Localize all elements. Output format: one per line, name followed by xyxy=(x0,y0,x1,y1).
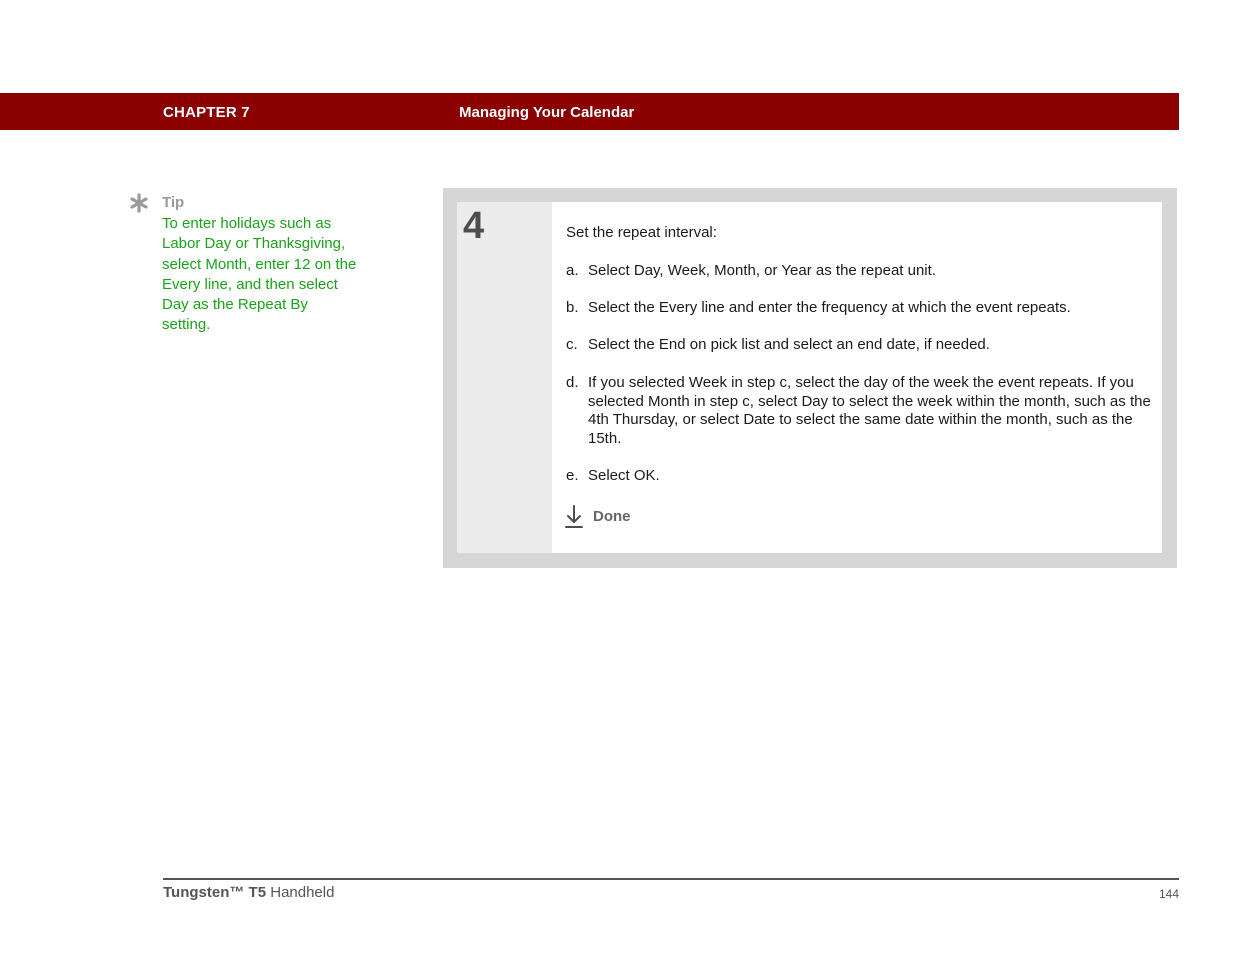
chapter-title: Managing Your Calendar xyxy=(459,104,635,121)
substep-letter: c. xyxy=(566,336,578,353)
substep-text: Select the Every line and enter the freq… xyxy=(588,299,1071,316)
asterisk-icon xyxy=(130,193,148,213)
substep-text: If you selected Week in step c, select t… xyxy=(588,374,1151,448)
tip-heading: Tip xyxy=(162,194,185,211)
substep-text: Select the End on pick list and select a… xyxy=(588,336,990,353)
tip-body: To enter holidays such as Labor Day or T… xyxy=(162,215,357,334)
step-number: 4 xyxy=(463,205,485,247)
substep-letter: a. xyxy=(566,262,579,279)
substep-a: a. Select Day, Week, Month, or Year as t… xyxy=(566,262,1151,281)
substep-e: e. Select OK. xyxy=(566,467,1151,486)
footer-product-suffix: Handheld xyxy=(266,884,335,901)
footer-brand: Tungsten™ T5 xyxy=(163,884,267,901)
footer-product-name: Tungsten™ T5 Handheld xyxy=(163,884,334,901)
substep-letter: b. xyxy=(566,299,579,316)
step-number-column xyxy=(457,202,552,553)
substep-d: d. If you selected Week in step c, selec… xyxy=(566,374,1151,449)
chapter-label: CHAPTER 7 xyxy=(163,104,250,121)
substep-b: b. Select the Every line and enter the f… xyxy=(566,299,1151,318)
done-arrow-icon xyxy=(565,505,583,528)
substep-letter: e. xyxy=(566,467,579,484)
page-number: 144 xyxy=(1158,887,1179,901)
substep-text: Select Day, Week, Month, or Year as the … xyxy=(588,262,936,279)
substep-letter: d. xyxy=(566,374,579,391)
footer-rule xyxy=(163,878,1179,880)
substep-text: Select OK. xyxy=(588,467,660,484)
step-intro: Set the repeat interval: xyxy=(566,224,717,241)
done-label: Done xyxy=(593,508,631,525)
substep-c: c. Select the End on pick list and selec… xyxy=(566,336,1151,355)
